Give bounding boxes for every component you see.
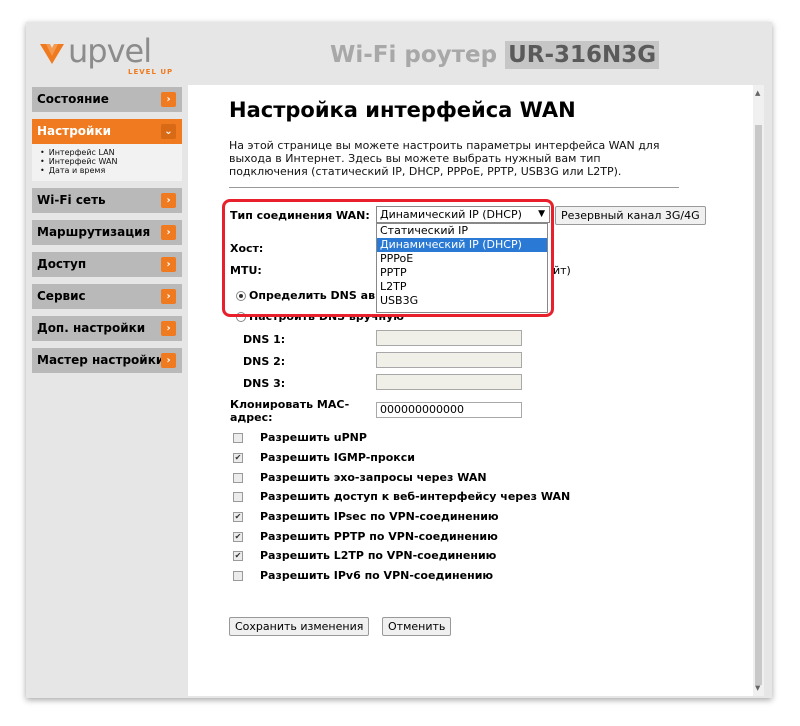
dns3-input[interactable] (376, 374, 522, 390)
scroll-down-icon[interactable]: ▼ (755, 684, 760, 692)
checkbox-label: Разрешить PPTP по VPN-соединению (260, 530, 498, 543)
scroll-up-icon[interactable]: ▲ (755, 89, 760, 97)
dns3-label: DNS 3: (243, 377, 286, 390)
logo-chevron-icon (40, 44, 64, 64)
sidebar-item-label: Маршрутизация (37, 225, 151, 239)
sidebar-item-access[interactable]: Доступ › (32, 252, 182, 277)
sidebar-item-label: Настройки (37, 124, 112, 138)
dns2-input[interactable] (376, 352, 522, 368)
checkbox-upnp[interactable] (233, 433, 243, 443)
checkbox-label: Разрешить эхо-запросы через WAN (260, 471, 487, 484)
checkbox-l2tp[interactable]: ✔ (233, 551, 243, 561)
checkbox-ipsec[interactable]: ✔ (233, 512, 243, 522)
checkbox-label: Разрешить IGMP-прокси (260, 451, 415, 464)
mac-input[interactable]: 000000000000 (376, 402, 522, 418)
logo-text: upvel (68, 32, 152, 70)
sidebar-item-wizard[interactable]: Мастер настройки › (32, 348, 182, 373)
model-name: UR-316N3G (505, 41, 660, 69)
dns2-label: DNS 2: (243, 355, 286, 368)
cancel-button[interactable]: Отменить (382, 617, 452, 636)
chevron-right-icon: › (161, 225, 176, 240)
vertical-scrollbar[interactable]: ▲ ▼ (753, 85, 764, 696)
backup-channel-button[interactable]: Резервный канал 3G/4G (555, 206, 706, 225)
chevron-right-icon: › (161, 321, 176, 336)
submenu-item-wan[interactable]: Интерфейс WAN (40, 157, 182, 166)
scrollbar-thumb[interactable] (755, 125, 762, 685)
sidebar-item-label: Wi-Fi сеть (37, 193, 106, 207)
checkbox-label: Разрешить доступ к веб-интерфейсу через … (260, 490, 571, 503)
chevron-right-icon: › (161, 289, 176, 304)
checkbox-ipv6[interactable] (233, 571, 243, 581)
mac-clone-label: Клонировать MAC-адрес: (230, 398, 350, 424)
sidebar-item-label: Состояние (37, 92, 109, 106)
checkbox-ping-wan[interactable] (233, 473, 243, 483)
sidebar-item-label: Доступ (37, 257, 87, 271)
sidebar-item-service[interactable]: Сервис › (32, 284, 182, 309)
submenu-item-lan[interactable]: Интерфейс LAN (40, 148, 182, 157)
logo-tagline: LEVEL UP (128, 68, 174, 76)
checkbox-label: Разрешить IPsec по VPN-соединению (260, 510, 499, 523)
product-prefix: Wi-Fi роутер (330, 42, 498, 68)
dns1-label: DNS 1: (243, 333, 286, 346)
dns1-input[interactable] (376, 330, 522, 346)
save-button[interactable]: Сохранить изменения (229, 617, 370, 636)
checkbox-label: Разрешить uPNP (260, 431, 367, 444)
checkbox-label: Разрешить L2TP по VPN-соединению (260, 549, 497, 562)
sidebar-item-label: Мастер настройки (37, 353, 165, 367)
sidebar-item-label: Сервис (37, 289, 86, 303)
chevron-down-icon: ⌄ (161, 124, 176, 139)
checkbox-pptp[interactable]: ✔ (233, 532, 243, 542)
product-title: Wi-Fi роутер UR-316N3G (330, 41, 660, 69)
sidebar-item-wifi[interactable]: Wi-Fi сеть › (32, 188, 182, 213)
chevron-right-icon: › (161, 92, 176, 107)
divider (229, 187, 679, 188)
sidebar-item-label: Доп. настройки (37, 321, 146, 335)
mtu-suffix: йт) (553, 264, 571, 277)
sidebar: Состояние › Настройки ⌄ Интерфейс LAN Ин… (32, 87, 182, 380)
sidebar-item-routing[interactable]: Маршрутизация › (32, 220, 182, 245)
sidebar-item-settings[interactable]: Настройки ⌄ (32, 119, 182, 144)
checkbox-label: Разрешить IPv6 по VPN-соединению (260, 569, 494, 582)
chevron-right-icon: › (161, 193, 176, 208)
page-title: Настройка интерфейса WAN (229, 98, 576, 122)
page-description: На этой странице вы можете настроить пар… (229, 139, 660, 178)
sidebar-item-status[interactable]: Состояние › (32, 87, 182, 112)
checkbox-web-wan[interactable] (233, 492, 243, 502)
submenu-item-datetime[interactable]: Дата и время (40, 166, 182, 175)
chevron-right-icon: › (161, 257, 176, 272)
settings-submenu: Интерфейс LAN Интерфейс WAN Дата и время (32, 144, 182, 181)
sidebar-item-advanced[interactable]: Доп. настройки › (32, 316, 182, 341)
red-highlight-frame (222, 199, 554, 317)
chevron-right-icon: › (161, 353, 176, 368)
checkbox-igmp[interactable]: ✔ (233, 453, 243, 463)
upvel-logo: upvel LEVEL UP (38, 32, 178, 76)
